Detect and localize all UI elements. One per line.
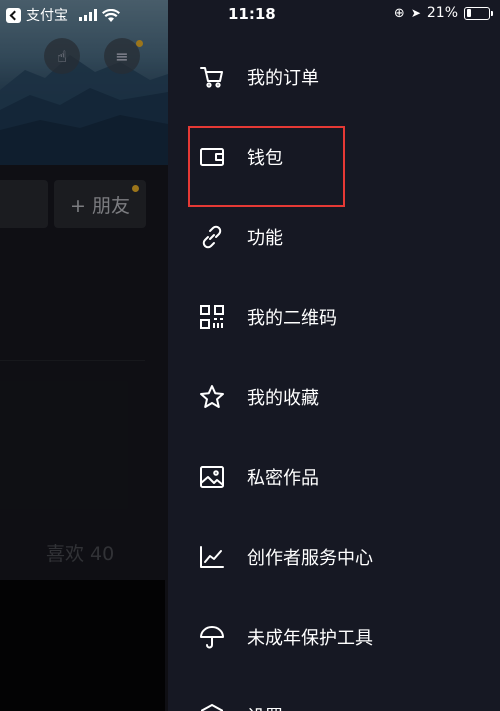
- wifi-icon: [102, 8, 120, 22]
- cart-icon: [199, 64, 225, 90]
- menu-label-creator-center: 创作者服务中心: [247, 548, 373, 569]
- menu-label-favorites: 我的收藏: [247, 388, 319, 409]
- menu-item-orders[interactable]: 我的订单: [168, 47, 500, 107]
- back-app-label[interactable]: 支付宝: [26, 5, 68, 25]
- menu-item-features[interactable]: 功能: [168, 207, 500, 267]
- menu-item-settings[interactable]: 设置: [168, 686, 500, 711]
- location-icon: ➤: [410, 6, 421, 20]
- signal-icon: [79, 9, 97, 21]
- battery-level: [466, 9, 471, 17]
- qr-code-icon: [199, 304, 225, 330]
- menu-label-qr-code: 我的二维码: [247, 308, 337, 329]
- menu-label-private-works: 私密作品: [247, 468, 319, 489]
- status-bar: 支付宝 11:18 ⊕ ➤ 21%: [0, 0, 500, 30]
- menu-label-settings: 设置: [247, 703, 283, 711]
- chart-icon: [199, 544, 225, 570]
- menu-item-qr-code[interactable]: 我的二维码: [168, 287, 500, 347]
- battery-percent: 21%: [426, 5, 458, 21]
- dim-overlay[interactable]: [0, 0, 168, 711]
- rotation-lock-icon: ⊕: [393, 5, 405, 21]
- settings-icon: [199, 703, 225, 711]
- menu-label-minor-protection: 未成年保护工具: [247, 628, 373, 649]
- umbrella-icon: [199, 624, 225, 650]
- profile-background: ☝ ≡ + 朋友 喜欢 40: [0, 0, 168, 711]
- menu-item-creator-center[interactable]: 创作者服务中心: [168, 527, 500, 587]
- battery-icon: [464, 6, 493, 20]
- image-icon: [199, 464, 225, 490]
- wallet-highlight-box: [188, 126, 345, 207]
- back-to-app-icon[interactable]: [6, 7, 21, 23]
- link-icon: [199, 224, 225, 250]
- menu-label-orders: 我的订单: [247, 68, 319, 89]
- star-icon: [199, 384, 225, 410]
- side-drawer: 我的订单 钱包 功能 我的二维码 我的收藏 私密作品 创作者服务中心 未成年保护…: [168, 0, 500, 711]
- menu-label-features: 功能: [247, 228, 283, 249]
- menu-item-private-works[interactable]: 私密作品: [168, 447, 500, 507]
- menu-item-favorites[interactable]: 我的收藏: [168, 367, 500, 427]
- menu-item-minor-protection[interactable]: 未成年保护工具: [168, 607, 500, 667]
- clock: 11:18: [228, 5, 276, 23]
